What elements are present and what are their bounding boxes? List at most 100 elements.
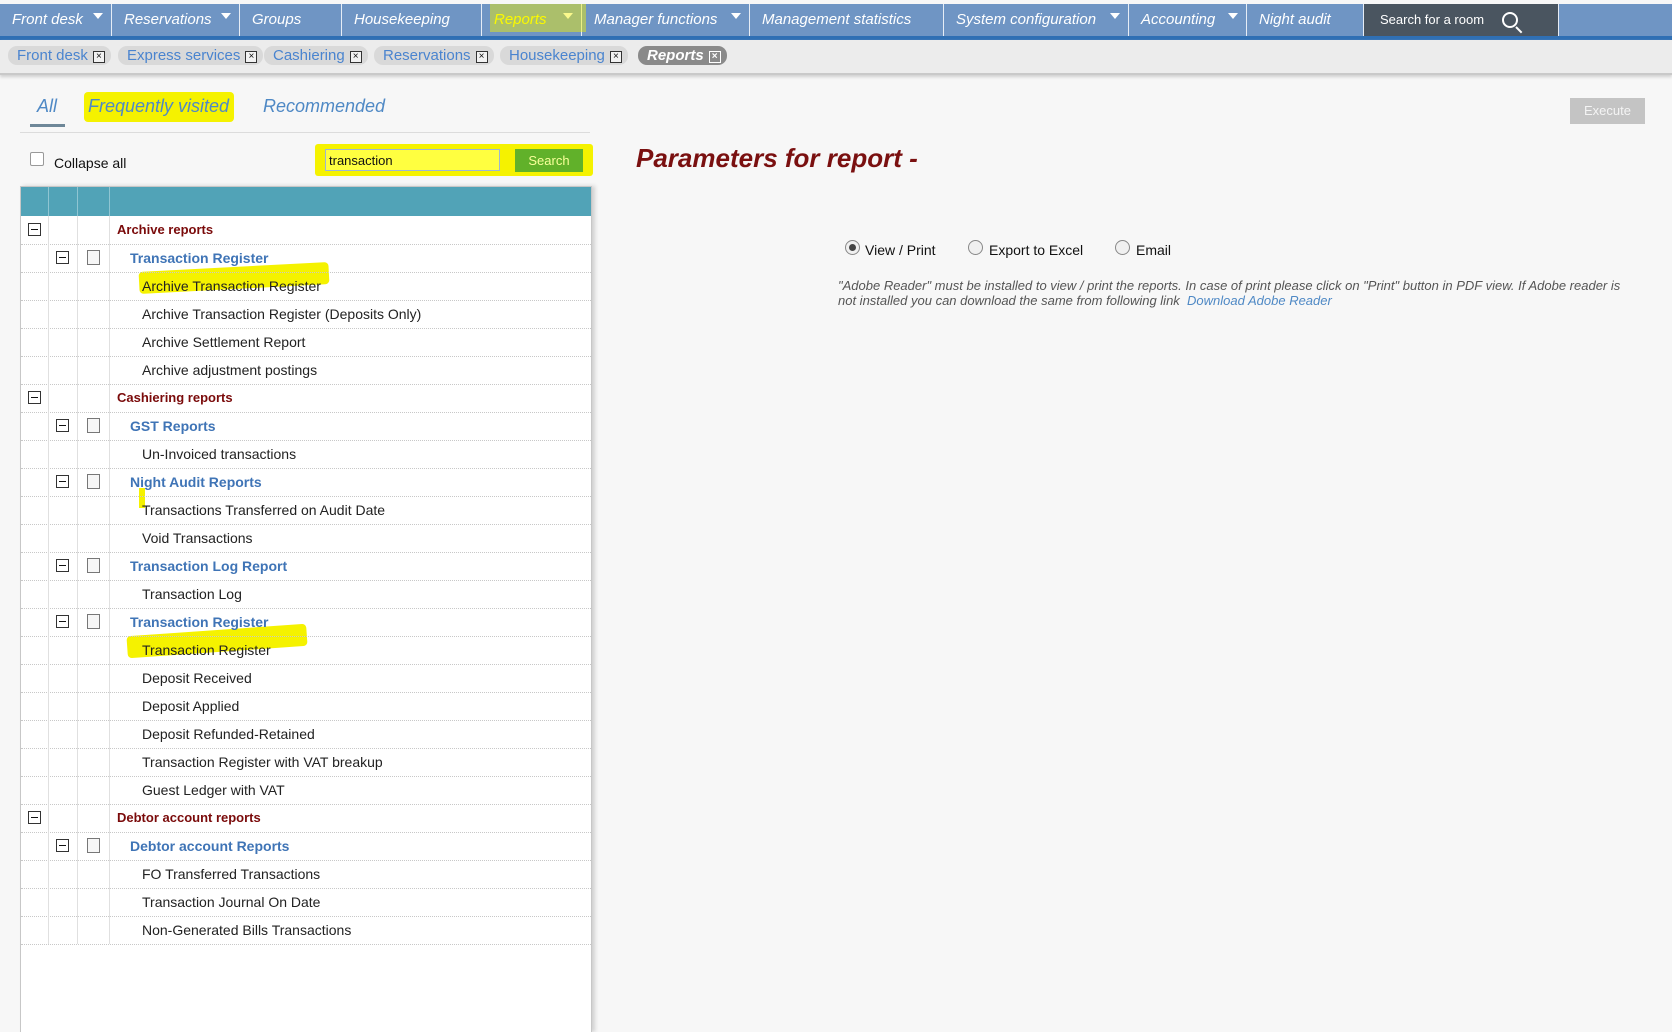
nav-accounting[interactable]: Accounting	[1129, 4, 1247, 36]
search-icon	[1502, 12, 1518, 28]
open-tab-cashiering[interactable]: Cashiering ×	[264, 46, 368, 65]
nav-night-audit[interactable]: Night audit	[1247, 4, 1364, 36]
collapse-toggle-icon[interactable]	[56, 559, 69, 572]
tree-group-transaction-log-report: Transaction Log Report	[21, 552, 591, 581]
search-button[interactable]: Search	[515, 149, 583, 172]
report-item[interactable]: Deposit Applied	[21, 692, 591, 721]
tab-frequently-visited[interactable]: Frequently visited	[88, 96, 229, 117]
close-icon[interactable]: ×	[92, 51, 105, 63]
report-item[interactable]: FO Transferred Transactions	[21, 860, 591, 889]
documents-icon	[87, 416, 104, 433]
report-item[interactable]: Transaction Register with VAT breakup	[21, 748, 591, 777]
column-divider	[109, 356, 110, 384]
divider	[20, 132, 590, 133]
report-label: Non-Generated Bills Transactions	[142, 922, 352, 938]
close-icon[interactable]: ×	[475, 51, 488, 63]
collapse-toggle-icon[interactable]	[56, 615, 69, 628]
chevron-down-icon[interactable]	[221, 13, 231, 19]
tab-recommended[interactable]: Recommended	[263, 96, 385, 117]
category-title: Debtor account reports	[117, 810, 261, 825]
nav-system-configuration[interactable]: System configuration	[944, 4, 1129, 36]
report-item[interactable]: Void Transactions	[21, 524, 591, 553]
execute-button[interactable]: Execute	[1570, 98, 1645, 124]
report-item[interactable]: Archive adjustment postings	[21, 356, 591, 385]
nav-label: Manager functions	[594, 11, 718, 28]
chevron-down-icon[interactable]	[731, 13, 741, 19]
tab-all[interactable]: All	[37, 96, 57, 117]
report-label: Transactions Transferred on Audit Date	[142, 502, 386, 518]
report-label: Archive Transaction Register	[142, 278, 321, 294]
nav-groups[interactable]: Groups	[240, 4, 342, 36]
column-divider	[109, 916, 110, 944]
column-divider	[77, 832, 78, 860]
open-tab-reservations[interactable]: Reservations ×	[374, 46, 494, 65]
collapse-toggle-icon[interactable]	[56, 475, 69, 488]
column-divider	[109, 496, 110, 524]
tree-header	[21, 187, 591, 216]
report-item[interactable]: Archive Transaction Register (Deposits O…	[21, 300, 591, 329]
header-divider	[77, 187, 78, 216]
nav-label: System configuration	[956, 11, 1097, 28]
nav-reports[interactable]: Reports	[482, 4, 582, 36]
nav-front-desk[interactable]: Front desk	[0, 4, 112, 36]
column-divider	[109, 888, 110, 916]
report-item[interactable]: Guest Ledger with VAT	[21, 776, 591, 805]
nav-reservations[interactable]: Reservations	[112, 4, 240, 36]
parameters-title: Parameters for report -	[636, 143, 918, 173]
column-divider	[77, 580, 78, 608]
collapse-toggle-icon[interactable]	[28, 811, 41, 824]
report-item[interactable]: Transaction Log	[21, 580, 591, 609]
report-label: Deposit Applied	[142, 698, 240, 714]
column-divider	[48, 216, 49, 244]
open-tab-reports[interactable]: Reports ×	[638, 46, 727, 65]
close-icon[interactable]: ×	[245, 51, 258, 63]
column-divider	[48, 356, 49, 384]
report-label: Un-Invoiced transactions	[142, 446, 297, 462]
column-divider	[109, 860, 110, 888]
collapse-toggle-icon[interactable]	[28, 223, 41, 236]
close-icon[interactable]: ×	[609, 51, 622, 63]
report-search-input[interactable]	[325, 149, 500, 171]
chevron-down-icon[interactable]	[1228, 13, 1238, 19]
report-item[interactable]: Archive Transaction Register	[21, 272, 591, 301]
collapse-toggle-icon[interactable]	[28, 391, 41, 404]
open-tab-housekeeping[interactable]: Housekeeping ×	[500, 46, 628, 65]
close-icon[interactable]: ×	[708, 51, 721, 63]
report-item[interactable]: Deposit Refunded-Retained	[21, 720, 591, 749]
nav-management-statistics[interactable]: Management statistics	[750, 4, 944, 36]
close-icon[interactable]: ×	[349, 51, 362, 63]
column-divider	[77, 244, 78, 272]
download-adobe-link[interactable]: Download Adobe Reader	[1187, 293, 1332, 308]
report-item[interactable]: Un-Invoiced transactions	[21, 440, 591, 469]
column-divider	[109, 328, 110, 356]
report-label: Transaction Register with VAT breakup	[142, 754, 383, 770]
column-divider	[77, 524, 78, 552]
radio-export-excel[interactable]	[968, 240, 983, 255]
column-divider	[77, 692, 78, 720]
collapse-toggle-icon[interactable]	[56, 251, 69, 264]
column-divider	[77, 356, 78, 384]
report-item[interactable]: Transaction Journal On Date	[21, 888, 591, 917]
collapse-all-checkbox[interactable]	[30, 152, 44, 166]
chevron-down-icon[interactable]	[563, 13, 573, 19]
nav-housekeeping[interactable]: Housekeeping	[342, 4, 482, 36]
room-search-button[interactable]: Search for a room	[1364, 4, 1559, 36]
report-item[interactable]: Transactions Transferred on Audit Date	[21, 496, 591, 525]
radio-view-print[interactable]	[845, 240, 860, 255]
report-item[interactable]: Deposit Received	[21, 664, 591, 693]
radio-email[interactable]	[1115, 240, 1130, 255]
report-item[interactable]: Non-Generated Bills Transactions	[21, 916, 591, 945]
column-divider	[77, 636, 78, 664]
report-item[interactable]: Transaction Register	[21, 636, 591, 665]
collapse-toggle-icon[interactable]	[56, 419, 69, 432]
report-item[interactable]: Archive Settlement Report	[21, 328, 591, 357]
open-tab-express-services[interactable]: Express services ×	[118, 46, 264, 65]
chevron-down-icon[interactable]	[1110, 13, 1120, 19]
room-search-label: Search for a room	[1380, 12, 1485, 27]
tree-category-cashiering: Cashiering reports	[21, 384, 591, 413]
chevron-down-icon[interactable]	[93, 13, 103, 19]
collapse-toggle-icon[interactable]	[56, 839, 69, 852]
column-divider	[48, 440, 49, 468]
open-tab-front-desk[interactable]: Front desk ×	[8, 46, 111, 65]
nav-manager-functions[interactable]: Manager functions	[582, 4, 750, 36]
